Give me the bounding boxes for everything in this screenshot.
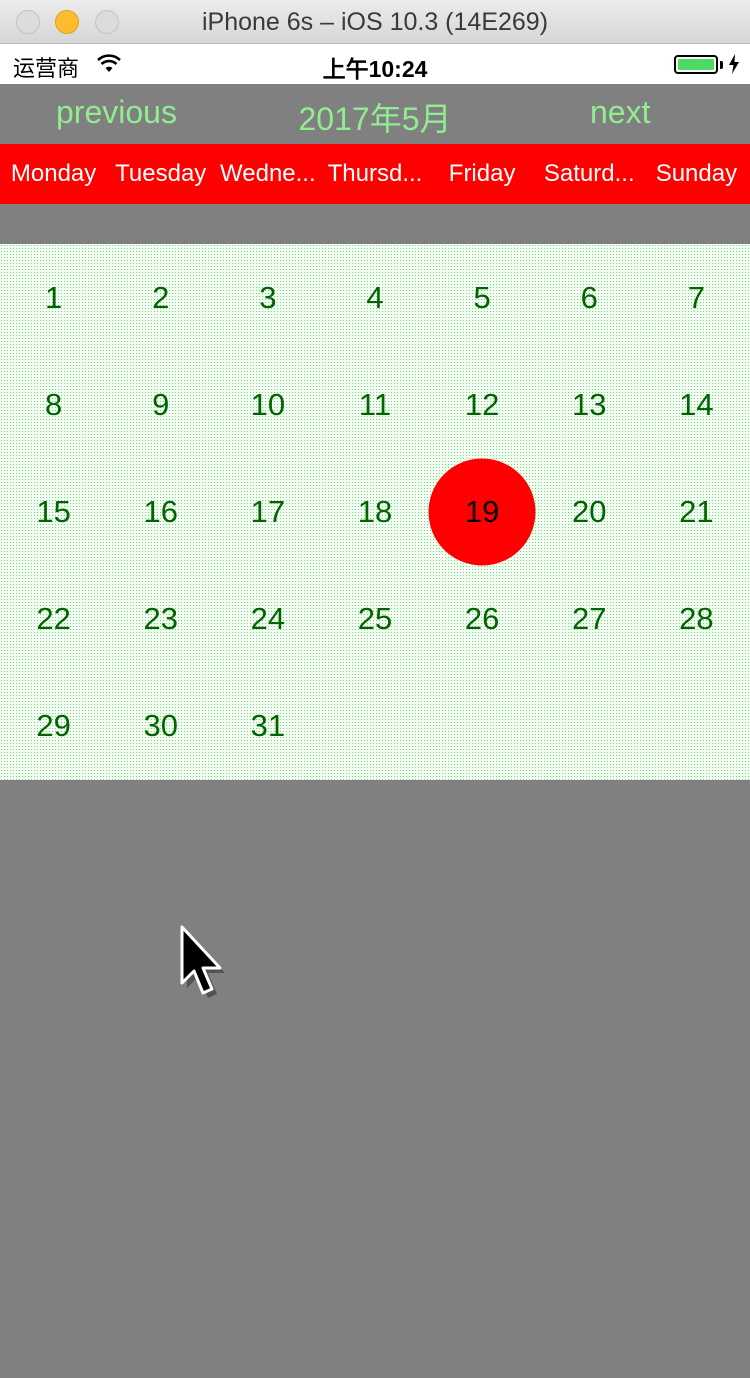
day-cell[interactable]: 9 bbox=[107, 351, 214, 458]
day-number: 20 bbox=[572, 493, 607, 529]
weekday-label: Friday bbox=[448, 160, 516, 187]
day-number: 6 bbox=[580, 279, 598, 315]
day-number: 15 bbox=[36, 493, 71, 529]
day-number: 27 bbox=[572, 601, 607, 637]
day-number: 10 bbox=[250, 386, 286, 422]
window-title: iPhone 6s – iOS 10.3 (14E269) bbox=[201, 8, 549, 36]
day-cell-selected[interactable]: 19 bbox=[428, 458, 536, 566]
day-number: 18 bbox=[357, 493, 393, 529]
day-number: 26 bbox=[464, 601, 500, 637]
day-cell[interactable]: 30 bbox=[107, 673, 214, 780]
day-cell[interactable]: 5 bbox=[429, 244, 536, 351]
day-number: 5 bbox=[473, 279, 491, 315]
day-number: 12 bbox=[464, 386, 500, 422]
day-number: 7 bbox=[687, 279, 706, 315]
day-cell[interactable]: 1 bbox=[0, 244, 107, 351]
weekday-header: Monday Tuesday Wedne... Thursd... Friday… bbox=[0, 144, 750, 204]
weekday-label: Thursd... bbox=[327, 160, 423, 187]
day-number: 16 bbox=[143, 493, 178, 529]
previous-month-button[interactable]: previous bbox=[56, 94, 177, 131]
day-cell[interactable]: 13 bbox=[536, 351, 643, 458]
weekday-label: Wedne... bbox=[220, 160, 316, 187]
day-cell[interactable]: 29 bbox=[0, 673, 107, 780]
day-cell[interactable]: 15 bbox=[0, 458, 107, 565]
day-number: 24 bbox=[250, 601, 286, 637]
day-number: 23 bbox=[143, 601, 178, 637]
status-time: 上午10:24 bbox=[322, 56, 428, 82]
status-bar: 运营商 上午10:24 bbox=[0, 44, 750, 84]
day-cell[interactable]: 3 bbox=[214, 244, 321, 351]
day-number: 19 bbox=[464, 493, 500, 529]
day-number: 4 bbox=[366, 279, 384, 315]
day-cell[interactable]: 31 bbox=[214, 673, 321, 780]
day-cell[interactable]: 25 bbox=[321, 566, 428, 673]
day-number: 25 bbox=[357, 601, 393, 637]
day-cell[interactable]: 24 bbox=[214, 566, 321, 673]
day-cell[interactable]: 14 bbox=[643, 351, 750, 458]
day-number: 2 bbox=[152, 279, 170, 315]
battery-icon bbox=[674, 55, 718, 74]
day-number: 17 bbox=[250, 493, 286, 529]
day-number: 21 bbox=[679, 493, 714, 529]
day-number: 13 bbox=[572, 386, 607, 422]
next-month-button[interactable]: next bbox=[590, 94, 650, 131]
day-number: 22 bbox=[36, 601, 71, 637]
day-cell[interactable]: 22 bbox=[0, 566, 107, 673]
weekday-label: Sunday bbox=[655, 160, 738, 187]
day-number: 28 bbox=[679, 601, 714, 637]
day-number: 30 bbox=[143, 708, 178, 744]
simulator-titlebar: iPhone 6s – iOS 10.3 (14E269) bbox=[0, 0, 750, 44]
day-cell[interactable]: 2 bbox=[107, 244, 214, 351]
day-cell[interactable]: 23 bbox=[107, 566, 214, 673]
weekday-label: Tuesday bbox=[115, 160, 207, 187]
day-number: 8 bbox=[44, 386, 63, 422]
day-number: 29 bbox=[36, 708, 71, 744]
charging-bolt-icon bbox=[729, 54, 739, 74]
day-number: 1 bbox=[44, 279, 63, 315]
battery-nub bbox=[720, 61, 723, 69]
weekday-label: Monday bbox=[10, 160, 97, 187]
day-number: 31 bbox=[250, 708, 286, 744]
day-cell[interactable]: 4 bbox=[321, 244, 428, 351]
day-cell[interactable]: 27 bbox=[536, 566, 643, 673]
day-cell[interactable]: 16 bbox=[107, 458, 214, 565]
calendar-day-grid: 1 2 3 4 5 6 7 8 9 10 11 12 13 14 15 16 1… bbox=[0, 244, 750, 780]
day-number: 14 bbox=[679, 386, 714, 422]
day-cell[interactable]: 6 bbox=[536, 244, 643, 351]
day-cell[interactable]: 20 bbox=[536, 458, 643, 565]
day-number: 11 bbox=[358, 386, 392, 422]
day-cell[interactable]: 18 bbox=[321, 458, 428, 565]
day-cell[interactable]: 28 bbox=[643, 566, 750, 673]
day-cell[interactable]: 7 bbox=[643, 244, 750, 351]
weekday-label: Saturd... bbox=[543, 160, 635, 187]
day-number: 3 bbox=[259, 279, 277, 315]
day-cell[interactable]: 17 bbox=[214, 458, 321, 565]
day-cell[interactable]: 12 bbox=[429, 351, 536, 458]
day-cell[interactable]: 21 bbox=[643, 458, 750, 565]
day-cell[interactable]: 8 bbox=[0, 351, 107, 458]
day-number: 9 bbox=[152, 386, 170, 422]
day-cell[interactable]: 26 bbox=[429, 566, 536, 673]
day-cell[interactable]: 10 bbox=[214, 351, 321, 458]
day-cell[interactable]: 11 bbox=[321, 351, 428, 458]
calendar-header: previous 2017年5月 next bbox=[0, 84, 750, 144]
mouse-pointer-icon bbox=[180, 925, 225, 998]
